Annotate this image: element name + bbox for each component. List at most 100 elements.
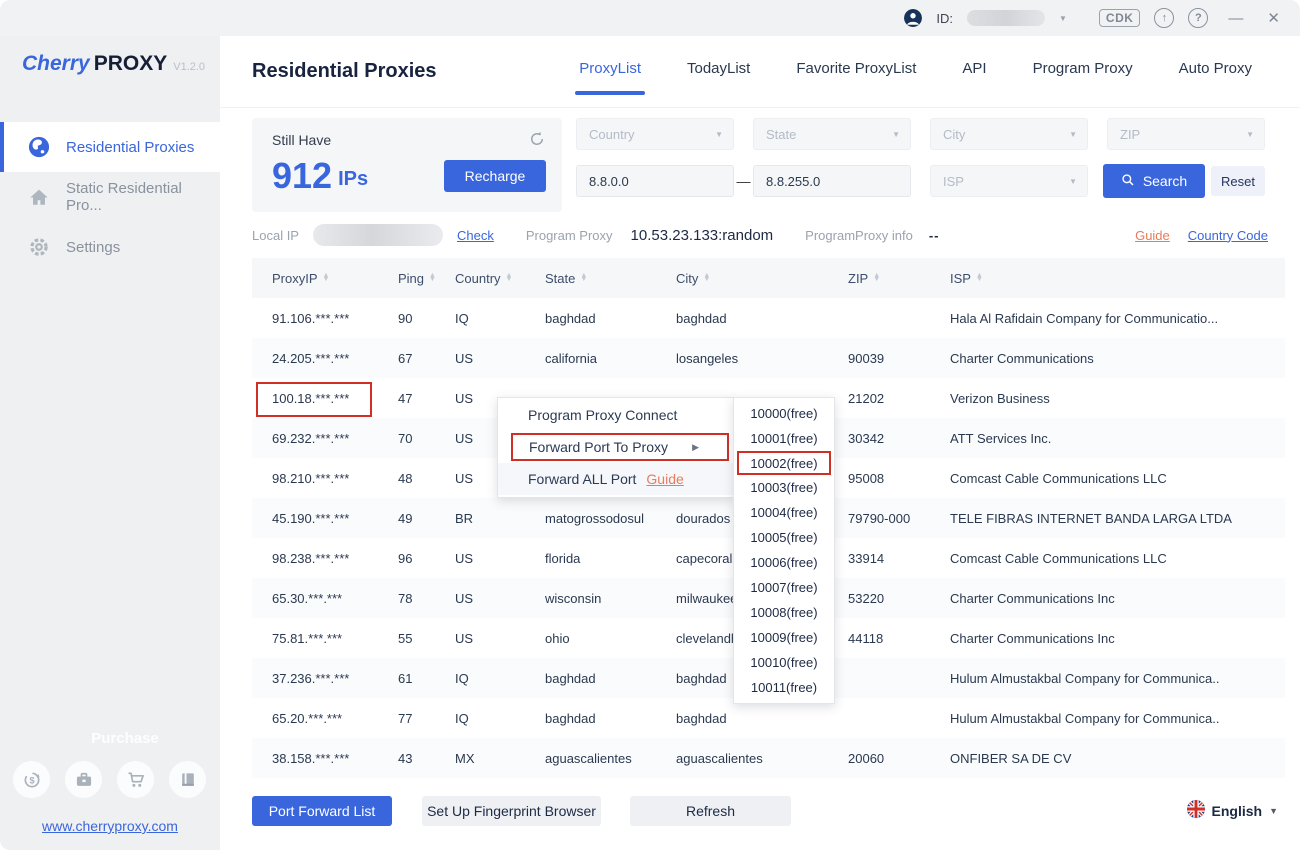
menu-item-program-proxy-connect[interactable]: Program Proxy Connect (498, 398, 733, 432)
cell-isp: Hulum Almustakbal Company for Communica.… (950, 671, 1285, 686)
cdk-button[interactable]: CDK (1099, 9, 1141, 27)
ip-range-to-input[interactable] (753, 165, 911, 197)
id-label: ID: (936, 11, 953, 26)
sort-icon[interactable]: ▲▼ (429, 274, 436, 282)
port-submenu: 10000(free) 10001(free) 10002(free) 1000… (733, 397, 835, 704)
sort-icon[interactable]: ▲▼ (580, 274, 587, 282)
tab[interactable]: Program Proxy (1033, 60, 1133, 83)
cell-country: IQ (455, 711, 545, 726)
sort-icon[interactable]: ▲▼ (703, 274, 710, 282)
port-option[interactable]: 10000(free) (734, 401, 834, 426)
table-row[interactable]: 65.20.***.*** 77 IQ baghdad baghdad Hulu… (252, 698, 1285, 738)
state-select[interactable]: State▼ (753, 118, 911, 150)
cell-zip: 21202 (848, 391, 950, 406)
menu-guide-link[interactable]: Guide (646, 471, 683, 487)
cell-ping: 78 (398, 591, 455, 606)
sidebar-item-residential-proxies[interactable]: Residential Proxies (0, 122, 220, 172)
port-forward-list-button[interactable]: Port Forward List (252, 796, 392, 826)
app-logo: CherryPROXYV1.2.0 (0, 36, 220, 76)
refresh-button[interactable]: Refresh (630, 796, 791, 826)
local-ip-label: Local IP (252, 228, 299, 243)
tab[interactable]: ProxyList (579, 60, 641, 83)
city-select[interactable]: City▼ (930, 118, 1088, 150)
tab[interactable]: Auto Proxy (1179, 60, 1252, 83)
help-icon[interactable]: ? (1188, 8, 1208, 28)
column-header[interactable]: Country ▲▼ (455, 271, 545, 286)
close-button[interactable]: ✕ (1267, 9, 1280, 27)
language-selector[interactable]: English ▼ (1187, 800, 1278, 823)
fingerprint-browser-button[interactable]: Set Up Fingerprint Browser (422, 796, 601, 826)
menu-item-forward-all-port[interactable]: Forward ALL Port Guide (498, 463, 733, 495)
port-option[interactable]: 10008(free) (734, 600, 834, 625)
recharge-button[interactable]: Recharge (444, 160, 546, 192)
refresh-balance-icon[interactable] (528, 130, 546, 148)
purchase-label: Purchase (0, 730, 220, 747)
port-option[interactable]: 10005(free) (734, 525, 834, 550)
cell-zip: 79790-000 (848, 511, 950, 526)
cell-zip: 53220 (848, 591, 950, 606)
column-header[interactable]: ProxyIP ▲▼ (272, 271, 398, 286)
sidebar-item-static-residential[interactable]: Static Residential Pro... (0, 172, 220, 222)
check-link[interactable]: Check (457, 228, 494, 243)
port-option[interactable]: 10006(free) (734, 550, 834, 575)
sidebar-item-settings[interactable]: Settings (0, 222, 220, 272)
column-header[interactable]: Ping ▲▼ (398, 271, 455, 286)
website-link[interactable]: www.cherryproxy.com (42, 818, 178, 834)
port-option[interactable]: 10003(free) (734, 475, 834, 500)
account-caret-icon[interactable]: ▼ (1059, 14, 1067, 23)
sidebar-bottom: Purchase $ www.cherryproxy.com (0, 730, 220, 836)
port-option[interactable]: 10007(free) (734, 575, 834, 600)
account-avatar-icon[interactable] (904, 9, 922, 27)
cell-state: baghdad (545, 671, 676, 686)
chevron-down-icon: ▼ (1269, 806, 1278, 816)
briefcase-icon[interactable] (65, 761, 102, 798)
table-row[interactable]: 24.205.***.*** 67 US california losangel… (252, 338, 1285, 378)
column-header[interactable]: ZIP ▲▼ (848, 271, 950, 286)
minimize-button[interactable]: — (1228, 10, 1243, 27)
search-label: Search (1143, 173, 1187, 189)
menu-item-forward-port-to-proxy[interactable]: Forward Port To Proxy ▶ (511, 433, 729, 461)
chevron-down-icon: ▼ (1069, 177, 1077, 186)
cart-icon[interactable] (117, 761, 154, 798)
menu-item-label: Forward ALL Port (528, 471, 636, 487)
ip-range-from-input[interactable] (576, 165, 734, 197)
sort-icon[interactable]: ▲▼ (323, 274, 330, 282)
tab[interactable]: Favorite ProxyList (796, 60, 916, 83)
port-option[interactable]: 10011(free) (734, 675, 834, 700)
table-row[interactable]: 91.106.***.*** 90 IQ baghdad baghdad Hal… (252, 298, 1285, 338)
money-back-icon[interactable]: $ (13, 761, 50, 798)
search-icon (1121, 173, 1135, 190)
program-proxy-info-value: -- (929, 228, 940, 243)
uk-flag-icon (1187, 800, 1205, 823)
sort-icon[interactable]: ▲▼ (873, 274, 880, 282)
ip-unit: IPs (338, 168, 368, 194)
cell-zip: 44118 (848, 631, 950, 646)
reset-button[interactable]: Reset (1211, 166, 1265, 196)
search-button[interactable]: Search (1103, 164, 1205, 198)
column-header[interactable]: State ▲▼ (545, 271, 676, 286)
tab[interactable]: API (962, 60, 986, 83)
country-code-link[interactable]: Country Code (1188, 228, 1268, 243)
column-header[interactable]: ISP ▲▼ (950, 271, 1285, 286)
port-option[interactable]: 10004(free) (734, 500, 834, 525)
tab[interactable]: TodayList (687, 60, 750, 83)
zip-select[interactable]: ZIP▼ (1107, 118, 1265, 150)
cell-proxy-ip: 98.238.***.*** (272, 551, 398, 566)
cell-isp: Comcast Cable Communications LLC (950, 471, 1285, 486)
port-option[interactable]: 10002(free) (737, 451, 831, 475)
sort-icon[interactable]: ▲▼ (506, 274, 513, 282)
sidebar-item-label: Settings (66, 239, 120, 256)
cell-proxy-ip: 45.190.***.*** (272, 511, 398, 526)
sort-icon[interactable]: ▲▼ (976, 274, 983, 282)
port-option[interactable]: 10001(free) (734, 426, 834, 451)
guide-link[interactable]: Guide (1135, 228, 1170, 243)
cell-country: BR (455, 511, 545, 526)
country-select[interactable]: Country▼ (576, 118, 734, 150)
manual-icon[interactable] (169, 761, 206, 798)
port-option[interactable]: 10009(free) (734, 625, 834, 650)
upload-icon[interactable]: ↑ (1154, 8, 1174, 28)
table-row[interactable]: 38.158.***.*** 43 MX aguascalientes agua… (252, 738, 1285, 778)
port-option[interactable]: 10010(free) (734, 650, 834, 675)
column-header[interactable]: City ▲▼ (676, 271, 848, 286)
isp-select[interactable]: ISP▼ (930, 165, 1088, 197)
